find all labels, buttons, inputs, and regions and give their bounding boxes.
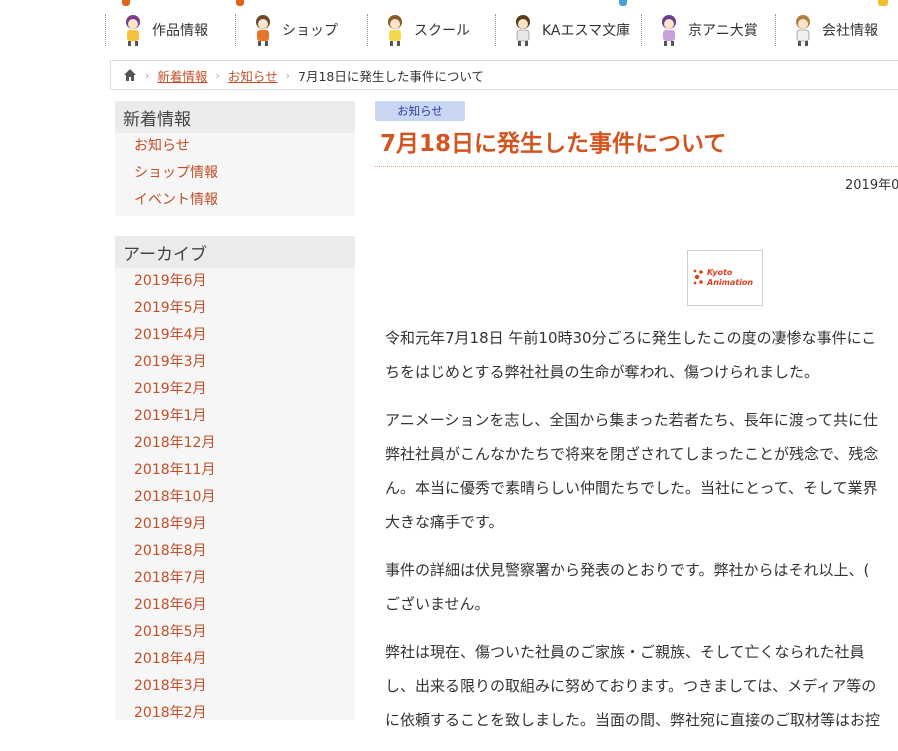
logo-text-line: Animation: [706, 278, 753, 287]
sidebar-news: 新着情報 お知らせ ショップ情報 イベント情報: [115, 101, 355, 216]
cut-icon: [236, 0, 244, 6]
nav-separator: [235, 14, 236, 46]
nav-separator: [495, 14, 496, 46]
character-icon: [516, 15, 530, 46]
character-icon: [256, 15, 270, 46]
nav-item-award[interactable]: 京アニ大賞: [641, 10, 775, 50]
article-paragraph: 令和元年7月18日 午前10時30分ごろに発生したこの度の凄惨な事件にこ ちをは…: [385, 321, 898, 389]
article-paragraph: 弊社は現在、傷ついた社員のご家族・ご親族、そして亡くなられた社員 し、出来る限り…: [385, 635, 898, 737]
character-icon: [796, 15, 810, 46]
archive-link[interactable]: 2018年11月: [115, 457, 355, 484]
archive-link[interactable]: 2019年2月: [115, 376, 355, 403]
character-icon: [126, 15, 140, 46]
logo-mark-icon: Kyoto Animation: [693, 268, 753, 287]
character-icon: [662, 15, 676, 46]
article-paragraph: 事件の詳細は伏見警察署から発表のとおりです。弊社からはそれ以上、( ございません…: [385, 553, 898, 621]
archive-link[interactable]: 2018年7月: [115, 565, 355, 592]
nav-separator: [641, 14, 642, 46]
nav-item-company[interactable]: 会社情報: [775, 10, 898, 50]
sidebar-archive: アーカイブ 2019年6月 2019年5月 2019年4月 2019年3月 20…: [115, 236, 355, 721]
paragraph-line: 事件の詳細は伏見警察署から発表のとおりです。弊社からはそれ以上、(: [385, 561, 870, 579]
archive-link[interactable]: 2018年9月: [115, 511, 355, 538]
archive-link[interactable]: 2018年6月: [115, 592, 355, 619]
chevron-right-icon: ›: [145, 68, 150, 82]
paragraph-line: ん。本当に優秀で素晴らしい仲間たちでした。当社にとって、そして業界: [385, 479, 878, 497]
archive-link[interactable]: 2019年5月: [115, 295, 355, 322]
archive-link[interactable]: 2018年10月: [115, 484, 355, 511]
nav-separator: [367, 14, 368, 46]
archive-link[interactable]: 2018年4月: [115, 646, 355, 673]
archive-link[interactable]: 2018年8月: [115, 538, 355, 565]
top-strip: [0, 0, 898, 8]
cut-icon: [619, 0, 627, 6]
sidebar-archive-title: アーカイブ: [115, 236, 355, 268]
archive-link[interactable]: 2019年4月: [115, 322, 355, 349]
article-body: 令和元年7月18日 午前10時30分ごろに発生したこの度の凄惨な事件にこ ちをは…: [385, 321, 898, 751]
paragraph-line: 大きな痛手です。: [385, 513, 504, 531]
paragraph-line: 弊社社員がこんなかたちで将来を閉ざされてしまったことが残念で、残念: [385, 445, 879, 463]
nav-separator: [775, 14, 776, 46]
paragraph-line: し、出来る限りの取組みに努めております。つきましては、メディア等の: [385, 677, 877, 695]
paragraph-line: に依頼することを致しました。当面の間、弊社宛に直接のご取材等はお控: [385, 711, 881, 729]
paragraph-line: 令和元年7月18日 午前10時30分ごろに発生したこの度の凄惨な事件にこ: [385, 329, 877, 347]
nav-item-school[interactable]: スクール: [367, 10, 495, 50]
sidebar-link-event-info[interactable]: イベント情報: [115, 187, 355, 214]
article-date: 2019年0: [845, 178, 898, 193]
paragraph-line: ちをはじめとする弊社社員の生命が奪われ、傷つけられました。: [385, 363, 819, 381]
nav-separator: [105, 14, 106, 46]
breadcrumb: › 新着情報 › お知らせ › 7月18日に発生した事件について: [110, 60, 898, 90]
archive-link[interactable]: 2018年12月: [115, 430, 355, 457]
sidebar-link-shop-info[interactable]: ショップ情報: [115, 160, 355, 187]
chevron-right-icon: ›: [285, 68, 290, 82]
article-title: 7月18日に発生した事件について: [380, 131, 727, 157]
archive-link[interactable]: 2019年3月: [115, 349, 355, 376]
kyoto-animation-logo: Kyoto Animation: [687, 250, 763, 306]
cut-icon: [878, 0, 888, 6]
character-icon: [388, 15, 402, 46]
title-divider: [375, 166, 898, 167]
archive-link[interactable]: 2019年6月: [115, 268, 355, 295]
breadcrumb-link-news[interactable]: 新着情報: [157, 66, 207, 85]
sidebar-link-notice[interactable]: お知らせ: [115, 133, 355, 160]
global-nav: 作品情報 ショップ スクール KAエスマ文庫 京アニ大賞 会社情報: [105, 10, 898, 50]
archive-link[interactable]: 2018年5月: [115, 619, 355, 646]
logo-text-line: Kyoto: [707, 268, 733, 277]
paragraph-line: アニメーションを志し、全国から集まった若者たち、長年に渡って共に仕: [385, 411, 879, 429]
paragraph-line: 弊社は現在、傷ついた社員のご家族・ご親族、そして亡くなられた社員: [385, 643, 865, 661]
nav-item-bunko[interactable]: KAエスマ文庫: [495, 10, 641, 50]
sidebar-news-title: 新着情報: [115, 101, 355, 133]
archive-link[interactable]: 2018年3月: [115, 673, 355, 700]
nav-item-works[interactable]: 作品情報: [105, 10, 235, 50]
breadcrumb-current: 7月18日に発生した事件について: [298, 68, 484, 84]
archive-link[interactable]: 2019年1月: [115, 403, 355, 430]
archive-link[interactable]: 2018年2月: [115, 700, 355, 727]
nav-item-shop[interactable]: ショップ: [235, 10, 367, 50]
chevron-right-icon: ›: [215, 68, 220, 82]
category-badge: お知らせ: [375, 101, 465, 121]
cut-icon: [122, 0, 130, 6]
paragraph-line: ございません。: [385, 595, 490, 613]
breadcrumb-link-notice[interactable]: お知らせ: [228, 66, 278, 85]
article-paragraph: アニメーションを志し、全国から集まった若者たち、長年に渡って共に仕 弊社社員がこ…: [385, 403, 898, 539]
home-icon[interactable]: [123, 68, 137, 82]
